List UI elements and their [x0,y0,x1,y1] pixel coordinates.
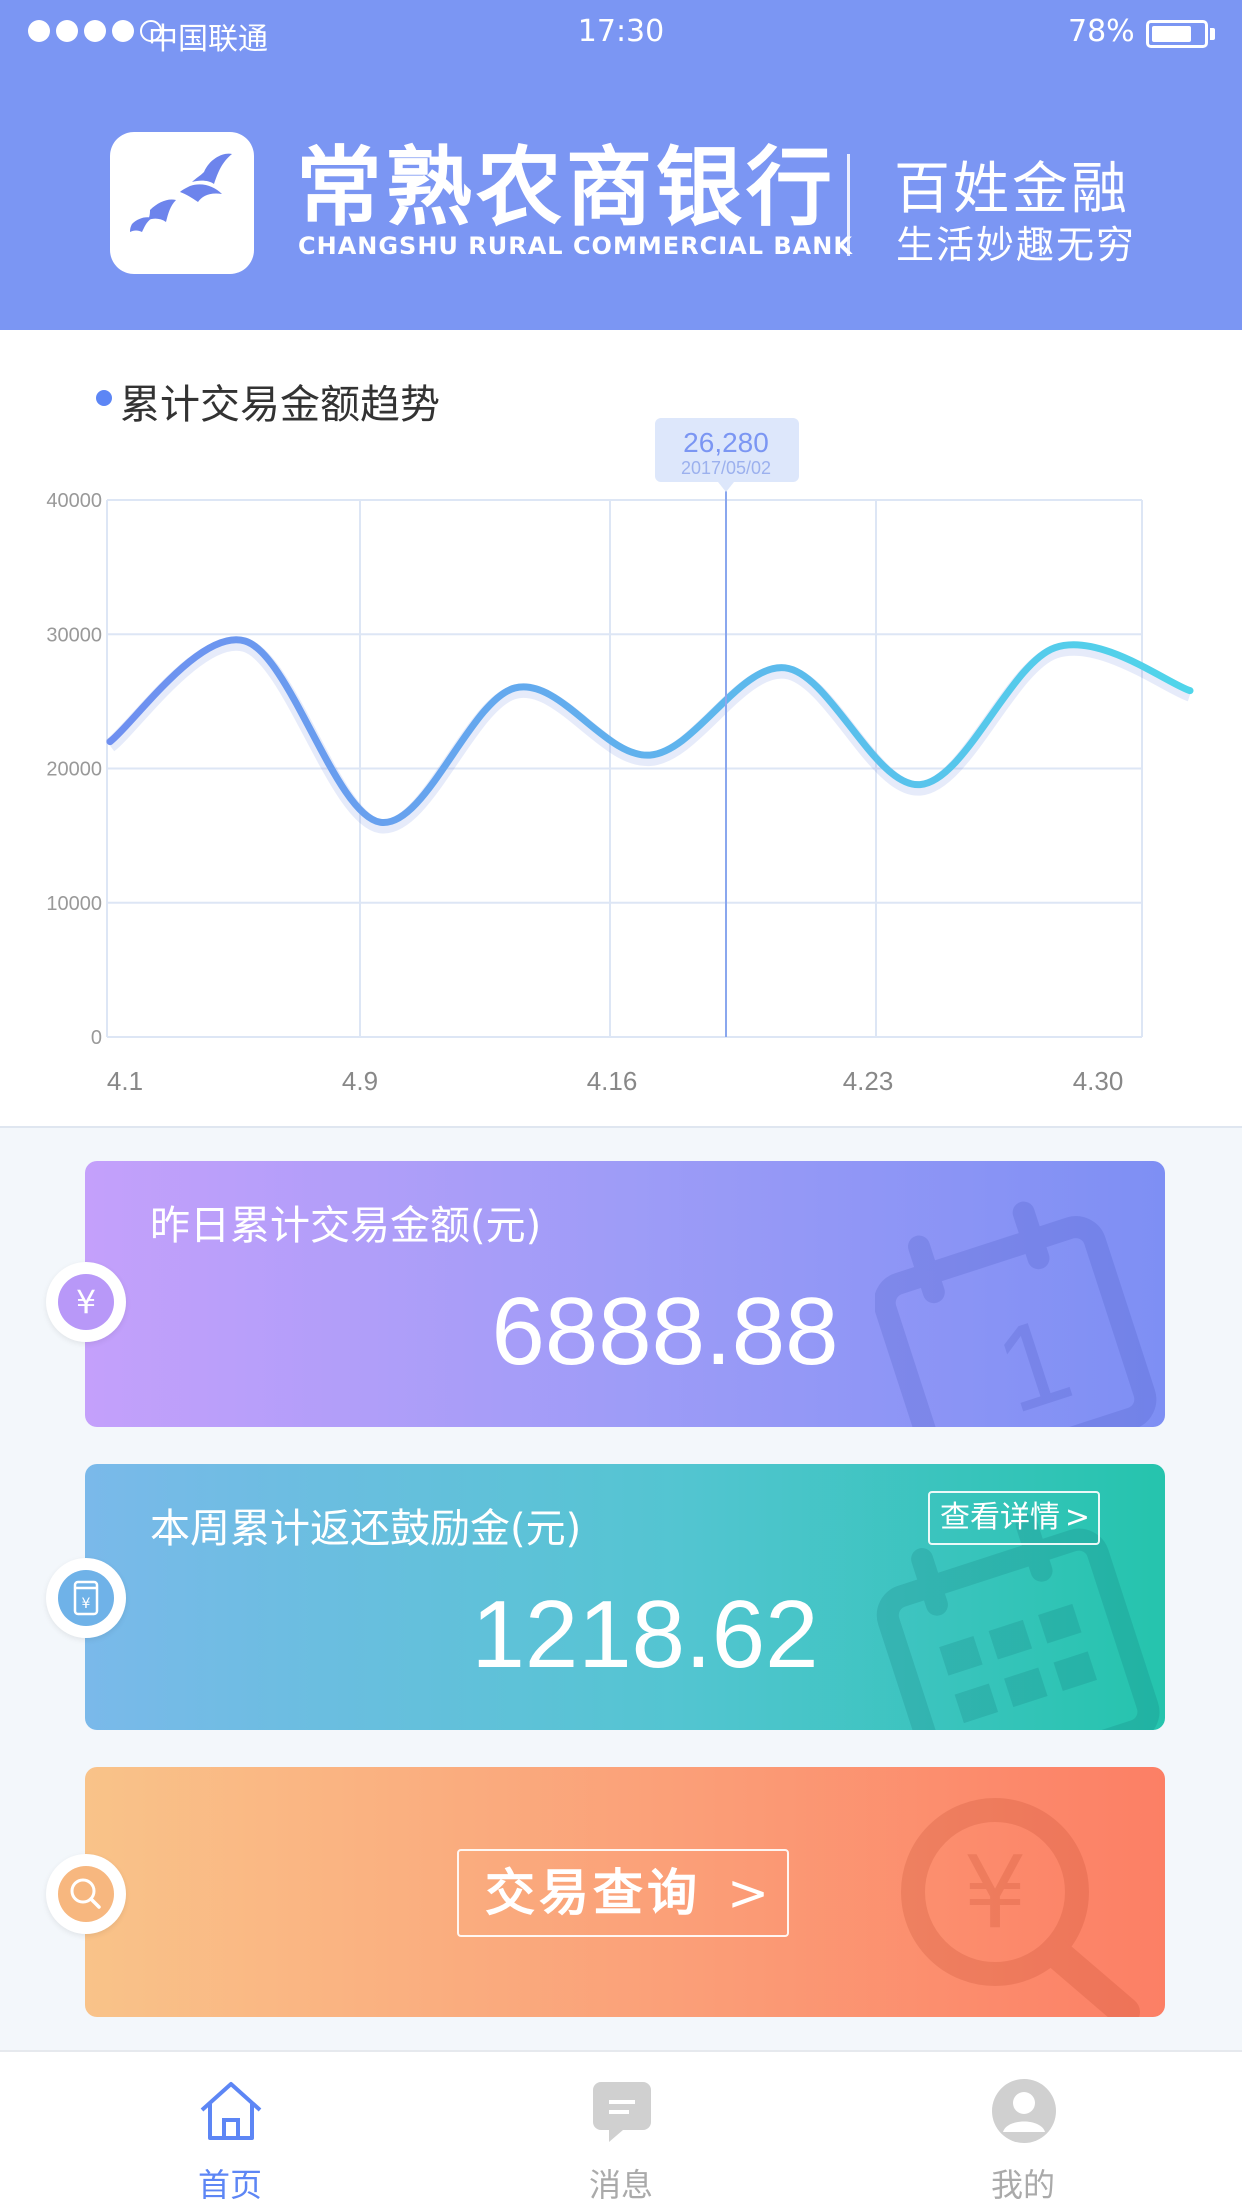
user-icon [992,2079,1056,2143]
x-tick-label: 4.1 [107,1066,143,1096]
tab-profile[interactable]: 我的 [923,2052,1123,2208]
birds-logo-icon [130,153,232,232]
x-tick-label: 4.23 [843,1066,894,1096]
weekly-bonus-label: 本周累计返还鼓励金(元) [150,1506,582,1552]
view-details-button[interactable]: 查看详情 > [928,1491,1100,1545]
transaction-query-label: 交易查询 [485,1864,701,1922]
y-tick-label: 10000 [46,893,102,915]
tab-messages-label: 消息 [588,2166,653,2204]
transaction-query-card[interactable]: ¥ 交易查询 > [85,1767,1165,2017]
bank-name-english: CHANGSHU RURAL COMMERCIAL BANK [298,232,853,260]
y-tick-label: 0 [91,1027,102,1049]
bank-logo [110,132,254,274]
yen-search-watermark-icon: ¥ [901,1798,1140,2017]
status-bar: 中国联通 17:30 78% [0,0,1242,64]
trend-line-chart[interactable]: 0 10000 20000 30000 40000 4.1 4.9 4.16 4.23 4.30 2… [0,330,1242,1128]
tab-messages[interactable]: 消息 [521,2052,721,2208]
tooltip-pointer [718,482,734,492]
chevron-right-icon: > [727,1864,773,1922]
weekly-bonus-value: 1218.62 [471,1581,819,1688]
message-icon [593,2082,651,2142]
search-icon [46,1854,126,1934]
home-icon [200,2082,262,2140]
view-details-label: 查看详情 [940,1500,1060,1535]
header: 中国联通 17:30 78% 常熟农商银行 CHANGSHU RURAL COM… [0,0,1242,330]
slogan-title: 百姓金融 [894,157,1130,222]
yesterday-amount-value: 6888.88 [491,1278,839,1385]
chevron-right-icon: > [1064,1500,1090,1535]
bottom-tab-bar: 首页 消息 我的 [0,2050,1242,2208]
x-tick-label: 4.16 [587,1066,638,1096]
tab-profile-label: 我的 [990,2166,1055,2204]
yesterday-amount-card[interactable]: 1 昨日累计交易金额(元) 6888.88 [85,1161,1165,1427]
battery-icon [1146,20,1208,48]
battery-percentage: 78% [1068,14,1135,49]
status-time: 17:30 [577,14,665,49]
svg-text:¥: ¥ [82,1596,91,1612]
header-divider [847,154,850,256]
svg-text:¥: ¥ [963,1834,1027,1951]
transaction-query-button[interactable]: 交易查询 > [457,1849,789,1937]
trend-chart-card: 累计交易金额趋势 0 10000 20000 30000 40000 4.1 4.9 4.16… [0,330,1242,1128]
tab-home-label: 首页 [197,2166,262,2204]
tooltip-date: 2017/05/02 [681,458,771,478]
y-tick-label: 30000 [46,624,102,646]
slogan-subtitle: 生活妙趣无穷 [896,223,1137,267]
tab-home[interactable]: 首页 [130,2052,330,2208]
tooltip-value: 26,280 [683,427,769,458]
yesterday-amount-label: 昨日累计交易金额(元) [150,1203,542,1249]
wallet-icon: ¥ [46,1558,126,1638]
y-tick-label: 20000 [46,759,102,781]
x-tick-label: 4.9 [342,1066,378,1096]
x-tick-label: 4.30 [1073,1066,1124,1096]
bank-name: 常熟农商银行 [296,138,836,238]
weekly-bonus-card[interactable]: 本周累计返还鼓励金(元) 查看详情 > 1218.62 [85,1464,1165,1730]
y-tick-label: 40000 [46,490,102,512]
series-line [106,636,1194,826]
yen-icon: ¥ [46,1262,126,1342]
